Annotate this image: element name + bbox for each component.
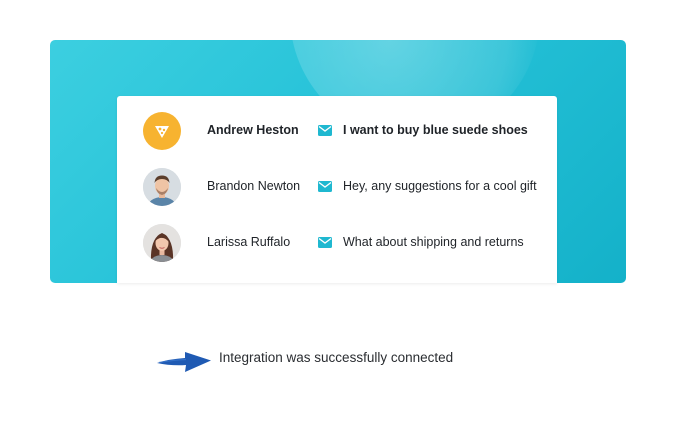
integration-preview: Andrew Heston I want to buy blue suede s… bbox=[0, 0, 697, 424]
message-preview: I want to buy blue suede shoes bbox=[343, 123, 528, 137]
message-preview: What about shipping and returns bbox=[343, 235, 524, 249]
contact-name: Larissa Ruffalo bbox=[207, 235, 291, 249]
mail-icon bbox=[318, 125, 332, 136]
contact-name: Brandon Newton bbox=[207, 179, 301, 193]
avatar-photo bbox=[143, 224, 181, 262]
avatar bbox=[143, 224, 181, 262]
avatar-photo bbox=[143, 168, 181, 206]
contact-name: Andrew Heston bbox=[207, 123, 299, 137]
avatar bbox=[143, 112, 181, 150]
conversation-row[interactable]: Brandon Newton Hey, any suggestions for … bbox=[117, 168, 557, 208]
arrow-right-icon bbox=[157, 352, 211, 372]
mail-icon bbox=[318, 181, 332, 192]
brand-logo-icon bbox=[155, 126, 169, 138]
status-message: Integration was successfully connected bbox=[155, 344, 485, 378]
message-preview: Hey, any suggestions for a cool gift bbox=[343, 179, 537, 193]
status-text: Integration was successfully connected bbox=[219, 350, 454, 365]
avatar bbox=[143, 168, 181, 206]
mail-icon bbox=[318, 237, 332, 248]
conversation-row[interactable]: Andrew Heston I want to buy blue suede s… bbox=[117, 112, 557, 152]
conversation-list: Andrew Heston I want to buy blue suede s… bbox=[117, 96, 557, 283]
conversation-row[interactable]: Larissa Ruffalo What about shipping and … bbox=[117, 224, 557, 264]
